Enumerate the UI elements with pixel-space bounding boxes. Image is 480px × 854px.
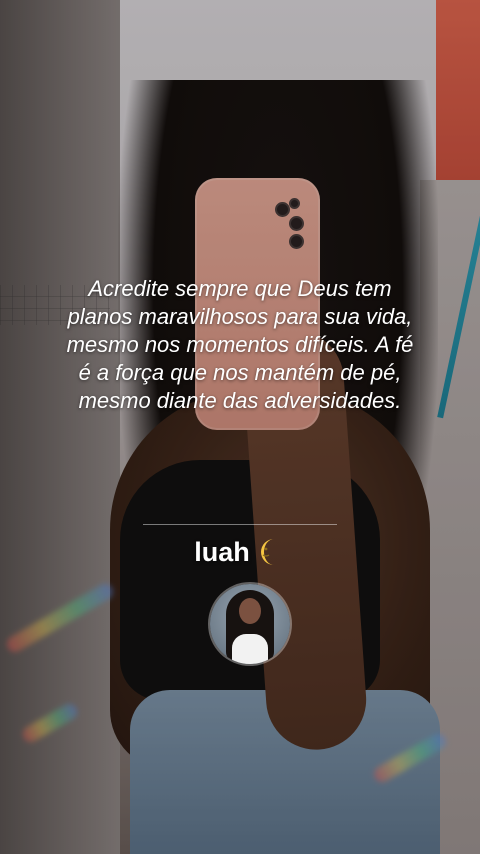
divider-line — [143, 524, 337, 525]
avatar-face — [239, 598, 261, 624]
profile-avatar[interactable] — [210, 584, 290, 664]
quote-line: Acredite sempre que Deus tem — [88, 276, 392, 301]
username-row[interactable]: luah — [0, 530, 480, 574]
dim-overlay — [0, 0, 480, 854]
moon-icon — [254, 536, 286, 568]
quote-line: mesmo nos momentos difíceis. A fé — [66, 332, 414, 357]
quote-text: Acredite sempre que Deus tem planos mara… — [40, 275, 440, 415]
username-label[interactable]: luah — [194, 537, 250, 568]
quote-line: é a força que nos mantém de pé, — [78, 360, 402, 385]
avatar-top — [232, 634, 268, 664]
story-screen: Acredite sempre que Deus tem planos mara… — [0, 0, 480, 854]
quote-line: planos maravilhosos para sua vida, — [67, 304, 413, 329]
quote-line: mesmo diante das adversidades. — [78, 388, 402, 413]
